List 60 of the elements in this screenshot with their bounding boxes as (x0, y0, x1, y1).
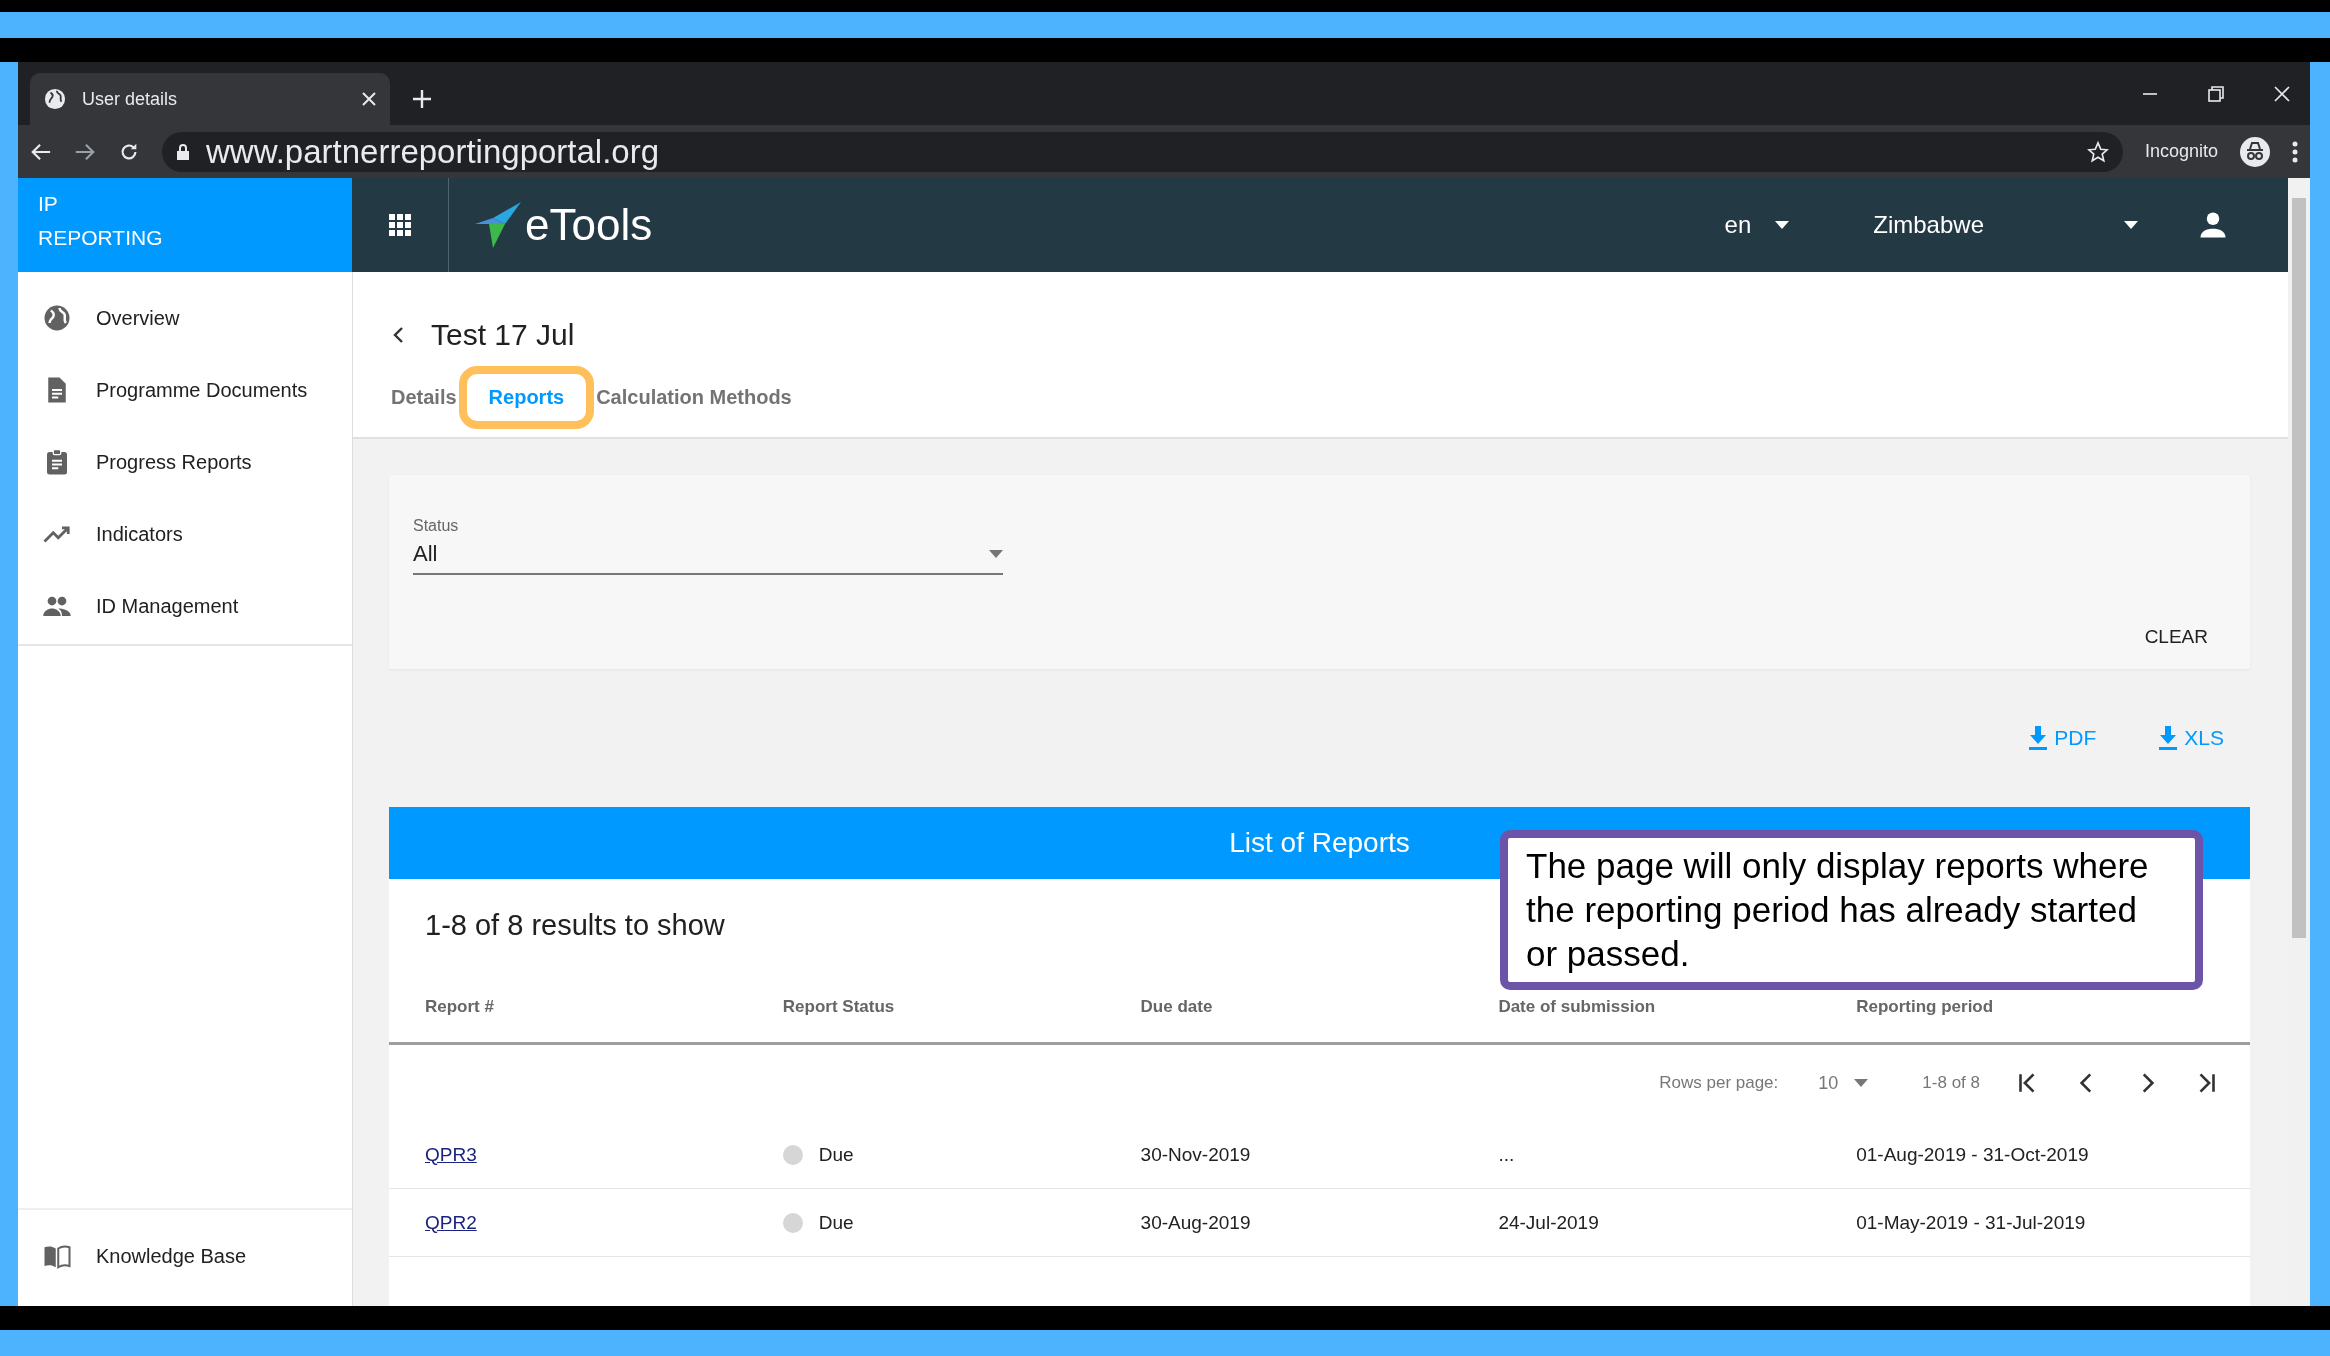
caret-icon (1775, 221, 1790, 229)
sidebar-item[interactable]: Indicators (18, 498, 207, 570)
restore-icon[interactable] (2208, 85, 2224, 102)
sidebar-item[interactable]: Programme Documents (18, 354, 332, 426)
column-header: Date of submission (1498, 997, 1657, 1017)
page-title: Test 17 Jul (431, 318, 575, 352)
table-cell-text: ... (1498, 1143, 1516, 1166)
menu-icon[interactable] (2292, 140, 2298, 163)
status-text: Due (818, 1211, 854, 1234)
globe-icon (44, 88, 66, 110)
address-bar[interactable]: www.partnerreportingportal.org (162, 131, 2123, 172)
incognito-icon[interactable] (2240, 136, 2270, 167)
column-header: Due date (1140, 997, 1214, 1017)
star-icon[interactable] (2086, 140, 2109, 163)
logo-text: eTools (525, 200, 653, 250)
country-dropdown[interactable]: Zimbabwe (1867, 210, 2144, 240)
close-icon[interactable] (2274, 85, 2290, 102)
browser-tab[interactable]: User details (30, 73, 390, 125)
column-header: Reporting period (1856, 997, 1995, 1017)
tab[interactable]: Calculation Methods (596, 368, 792, 427)
close-icon[interactable] (362, 92, 376, 106)
rows-per-page-label: Rows per page: (1659, 1073, 1779, 1093)
language-dropdown[interactable]: en (1718, 210, 1796, 240)
field-label: Status (413, 517, 460, 535)
sidebar-item[interactable]: Knowledge Base (18, 1220, 271, 1292)
table-cell-text: 01-Aug-2019 - 31-Oct-2019 (1856, 1143, 2090, 1166)
caret-icon (1854, 1079, 1869, 1087)
logo-icon (475, 202, 521, 248)
table-cell-text: 30-Aug-2019 (1140, 1211, 1252, 1234)
caret-icon (2124, 221, 2138, 229)
download-icon (2028, 726, 2049, 750)
card-title: List of Reports (1229, 827, 1410, 859)
rows-per-page-dropdown[interactable]: 10 (1812, 1071, 1875, 1095)
download-icon (2158, 726, 2179, 750)
table-cell-text: 24-Jul-2019 (1498, 1211, 1600, 1234)
table-cell-text: 30-Nov-2019 (1140, 1143, 1252, 1166)
tab-title: User details (82, 88, 179, 110)
caret-icon (989, 550, 1003, 558)
status-text: Due (818, 1143, 854, 1166)
sidebar-item[interactable]: ID Management (18, 570, 263, 642)
callout-note: The page will only display reports where the reporting period has already started or passed. (1500, 830, 2203, 990)
results-summary: 1-8 of 8 results to show (425, 909, 725, 942)
report-link[interactable]: QPR2 (425, 1211, 477, 1234)
clear-button[interactable]: CLEAR (2138, 625, 2214, 649)
user-icon[interactable] (2198, 210, 2228, 240)
app-brand: IP REPORTING (18, 178, 352, 272)
lock-icon (176, 143, 190, 160)
sidebar-item[interactable]: Overview (18, 282, 204, 354)
status-dropdown[interactable]: All (413, 535, 1003, 575)
profile-label: Incognito (2144, 141, 2218, 162)
sidebar-item[interactable]: Progress Reports (18, 426, 276, 498)
page-range: 1-8 of 8 (1922, 1073, 1980, 1093)
new-tab-icon[interactable] (412, 89, 432, 109)
tab[interactable]: Details (391, 368, 457, 427)
table-cell-text: 01-May-2019 - 31-Jul-2019 (1856, 1211, 2087, 1234)
globe-icon (42, 303, 72, 333)
report-link[interactable]: QPR3 (425, 1143, 477, 1166)
column-header: Report Status (782, 997, 896, 1017)
column-header: Report # (425, 997, 495, 1017)
apps-grid-icon[interactable] (388, 213, 412, 237)
